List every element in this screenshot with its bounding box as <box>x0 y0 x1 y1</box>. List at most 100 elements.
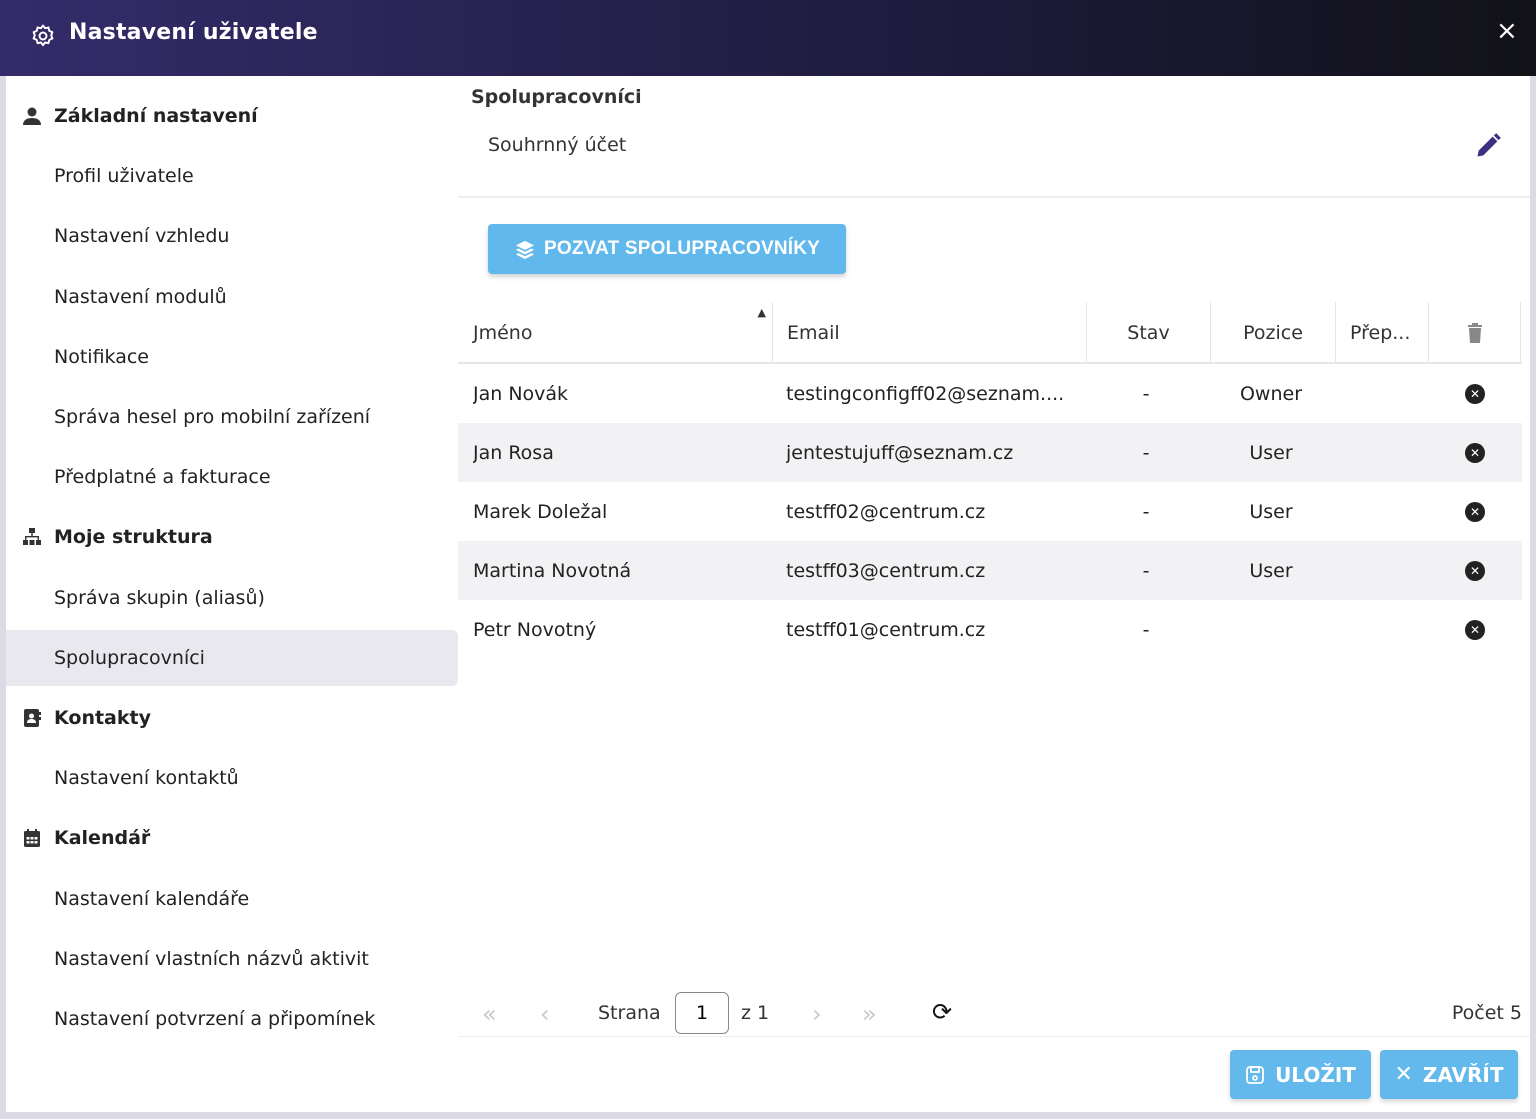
table-row[interactable]: Marek Doležal testff02@centrum.cz - User ✕ <box>458 482 1522 541</box>
sidebar-item-label: Nastavení vzhledu <box>54 225 230 247</box>
column-position[interactable]: Pozice <box>1211 302 1336 364</box>
section-label: Kalendář <box>54 827 151 850</box>
table-row[interactable]: Martina Novotná testff03@centrum.cz - User ✕ <box>458 541 1522 600</box>
dialog-title: Nastavení uživatele <box>69 20 318 45</box>
sidebar-item[interactable]: Notifikace <box>6 329 458 385</box>
divider <box>458 196 1530 198</box>
cell-position: User <box>1249 559 1293 582</box>
cell-status: - <box>1142 618 1150 641</box>
sidebar-item[interactable]: Profil uživatele <box>6 148 458 204</box>
close-button[interactable]: ✕ ZAVŘÍT <box>1380 1050 1518 1099</box>
remove-icon[interactable]: ✕ <box>1465 442 1485 463</box>
sidebar-section-header: Moje struktura <box>6 509 458 565</box>
settings-sidebar: Základní nastavení Profil uživatele Nastav… <box>6 76 458 1036</box>
sidebar-item[interactable]: Nastavení kalendáře <box>6 871 458 927</box>
page-label: Strana <box>598 1002 661 1024</box>
sidebar-item[interactable]: Nastavení kontaktů <box>6 750 458 806</box>
section-label: Moje struktura <box>54 526 213 549</box>
close-label: ZAVŘÍT <box>1422 1062 1504 1087</box>
cell-email: testff01@centrum.cz <box>786 618 986 641</box>
save-label: ULOŽIT <box>1275 1062 1356 1087</box>
prev-page-icon[interactable]: ‹ <box>540 1000 550 1028</box>
cell-name: Marek Doležal <box>473 500 608 523</box>
table-header: Jméno ▲ Email Stav Pozice Přep... <box>458 302 1522 364</box>
sidebar-item-label: Notifikace <box>54 346 149 368</box>
cell-position: Owner <box>1239 382 1303 405</box>
account-name: Souhrnný účet <box>488 134 627 156</box>
record-count: Počet 5 <box>1451 1002 1522 1024</box>
cell-name: Jan Rosa <box>473 441 554 464</box>
cell-email: testff03@centrum.cz <box>786 559 986 582</box>
dialog-header: Nastavení uživatele × <box>0 0 1536 76</box>
close-icon[interactable]: × <box>1496 16 1518 46</box>
sidebar-item-label: Předplatné a fakturace <box>54 466 271 488</box>
section-title: Spolupracovníci <box>471 86 642 108</box>
column-status[interactable]: Stav <box>1087 302 1211 364</box>
last-page-icon[interactable]: » <box>862 1000 877 1028</box>
remove-icon[interactable]: ✕ <box>1465 383 1485 404</box>
cell-position: User <box>1249 441 1293 464</box>
gear-icon <box>32 24 54 47</box>
cell-status: - <box>1142 559 1150 582</box>
sidebar-item-label: Nastavení kalendáře <box>54 888 250 910</box>
sidebar-section-header: Kontakty <box>6 690 458 746</box>
x-icon: ✕ <box>1394 1062 1413 1087</box>
user-icon <box>22 106 42 126</box>
cell-email: testingconfigff02@seznam.... <box>786 382 1065 405</box>
next-page-icon[interactable]: › <box>812 1000 822 1028</box>
cell-position <box>1211 600 1331 659</box>
remove-icon[interactable]: ✕ <box>1465 619 1485 640</box>
sidebar-section-header: Kalendář <box>6 810 458 866</box>
sidebar-item[interactable]: Nastavení vzhledu <box>6 208 458 264</box>
save-button[interactable]: ULOŽIT <box>1230 1050 1371 1099</box>
sidebar-item[interactable]: Správa skupin (aliasů) <box>6 570 458 626</box>
sidebar-item[interactable]: Nastavení potvrzení a připomínek <box>6 991 458 1047</box>
column-switch[interactable]: Přep... <box>1336 302 1429 364</box>
cell-position: User <box>1249 500 1293 523</box>
sidebar-section-header: Základní nastavení <box>6 88 458 144</box>
collaborators-panel: Spolupracovníci Souhrnný účet POZVAT SPO… <box>458 76 1530 1036</box>
remove-icon[interactable]: ✕ <box>1465 560 1485 581</box>
sidebar-item[interactable]: Nastavení modulů <box>6 269 458 325</box>
page-input[interactable] <box>675 992 729 1034</box>
cell-name: Jan Novák <box>473 382 569 405</box>
sidebar-item-label: Spolupracovníci <box>54 647 205 669</box>
sidebar-item-label: Správa hesel pro mobilní zařízení <box>54 406 371 428</box>
column-name[interactable]: Jméno ▲ <box>458 302 773 364</box>
sitemap-icon <box>22 527 42 547</box>
layers-icon <box>515 240 535 259</box>
column-label: Pozice <box>1243 322 1303 344</box>
sidebar-item[interactable]: Spolupracovníci <box>6 630 458 686</box>
sidebar-item-label: Nastavení vlastních názvů aktivit <box>54 948 369 970</box>
cell-name: Petr Novotný <box>473 618 597 641</box>
cell-status: - <box>1142 500 1150 523</box>
sidebar-item-label: Nastavení modulů <box>54 286 227 308</box>
pencil-icon[interactable] <box>1474 132 1502 160</box>
cell-email: jentestujuff@seznam.cz <box>786 441 1014 464</box>
first-page-icon[interactable]: « <box>482 1000 497 1028</box>
footer-divider <box>458 1036 1530 1037</box>
sidebar-item[interactable]: Správa hesel pro mobilní zařízení <box>6 389 458 445</box>
trash-icon[interactable] <box>1467 323 1483 343</box>
column-label: Přep... <box>1350 322 1411 344</box>
sidebar-item-label: Nastavení kontaktů <box>54 767 239 789</box>
column-delete[interactable] <box>1429 302 1521 364</box>
cell-status: - <box>1142 382 1150 405</box>
collaborators-table: Jméno ▲ Email Stav Pozice Přep... Jan Nov… <box>458 302 1522 659</box>
sidebar-item-label: Profil uživatele <box>54 165 194 187</box>
calendar-icon <box>22 828 42 848</box>
sidebar-item-label: Správa skupin (aliasů) <box>54 587 265 609</box>
refresh-icon[interactable]: ⟳ <box>932 998 952 1026</box>
sidebar-item[interactable]: Předplatné a fakturace <box>6 449 458 505</box>
column-email[interactable]: Email <box>773 302 1087 364</box>
pagination: « ‹ Strana z 1 › » ⟳ Počet 5 <box>458 986 1530 1036</box>
remove-icon[interactable]: ✕ <box>1465 501 1485 522</box>
sidebar-item[interactable]: Nastavení vlastních názvů aktivit <box>6 931 458 987</box>
address-book-icon <box>22 708 42 728</box>
column-label: Stav <box>1127 322 1170 344</box>
table-row[interactable]: Jan Novák testingconfigff02@seznam.... - Ow… <box>458 364 1522 423</box>
table-row[interactable]: Jan Rosa jentestujuff@seznam.cz - User ✕ <box>458 423 1522 482</box>
dialog-body: Základní nastavení Profil uživatele Nastav… <box>6 76 1530 1112</box>
invite-collaborators-button[interactable]: POZVAT SPOLUPRACOVNÍKY <box>488 224 846 274</box>
table-row[interactable]: Petr Novotný testff01@centrum.cz - ✕ <box>458 600 1522 659</box>
